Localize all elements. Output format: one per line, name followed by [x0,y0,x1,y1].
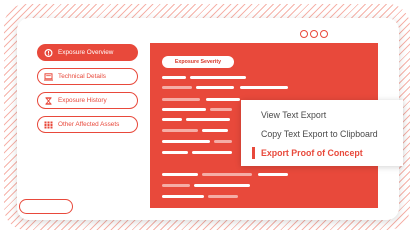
sidebar-bottom-button[interactable] [19,199,73,214]
window-dot-2[interactable] [310,30,318,38]
hourglass-icon [45,96,52,105]
sidebar-item-exposure-overview[interactable]: Exposure Overview [37,44,138,61]
laptop-icon [44,72,53,81]
text-line [162,108,206,111]
text-line [192,151,232,154]
text-line [194,184,250,187]
menu-item-view-text-export[interactable]: View Text Export [261,110,326,120]
menu-item-copy-text-export[interactable]: Copy Text Export to Clipboard [261,129,378,139]
sidebar-item-exposure-history[interactable]: Exposure History [37,92,138,109]
sidebar-item-other-affected-assets[interactable]: Other Affected Assets [37,116,138,133]
text-line [186,118,230,121]
selection-indicator [252,147,255,159]
alert-icon [44,48,53,57]
text-line [162,184,190,187]
text-line [162,129,198,132]
text-line [214,140,232,143]
window-dot-3[interactable] [320,30,328,38]
sidebar-item-technical-details[interactable]: Technical Details [37,68,138,85]
text-line [208,195,238,198]
text-line [240,86,288,89]
text-line [162,86,192,89]
text-line [196,86,234,89]
context-menu: View Text Export Copy Text Export to Cli… [241,100,403,166]
panel-heading: Exposure Severity [162,56,234,68]
text-line [202,173,252,176]
sidebar-item-label: Exposure Overview [58,49,114,56]
sidebar-item-label: Other Affected Assets [58,121,120,128]
text-line [162,173,198,176]
text-line [210,108,232,111]
sidebar-item-label: Exposure History [58,97,107,104]
window-dot-1[interactable] [300,30,308,38]
menu-item-export-proof-of-concept[interactable]: Export Proof of Concept [261,148,363,158]
grid-icon [44,121,53,128]
text-line [190,76,246,79]
sidebar-item-label: Technical Details [58,73,106,80]
text-line [162,98,200,101]
text-line [162,76,186,79]
text-line [162,140,210,143]
text-line [162,118,182,121]
text-line [162,151,188,154]
text-line [206,98,240,101]
text-line [162,195,204,198]
window-controls[interactable] [300,30,340,40]
text-line [258,173,288,176]
text-line [202,129,228,132]
